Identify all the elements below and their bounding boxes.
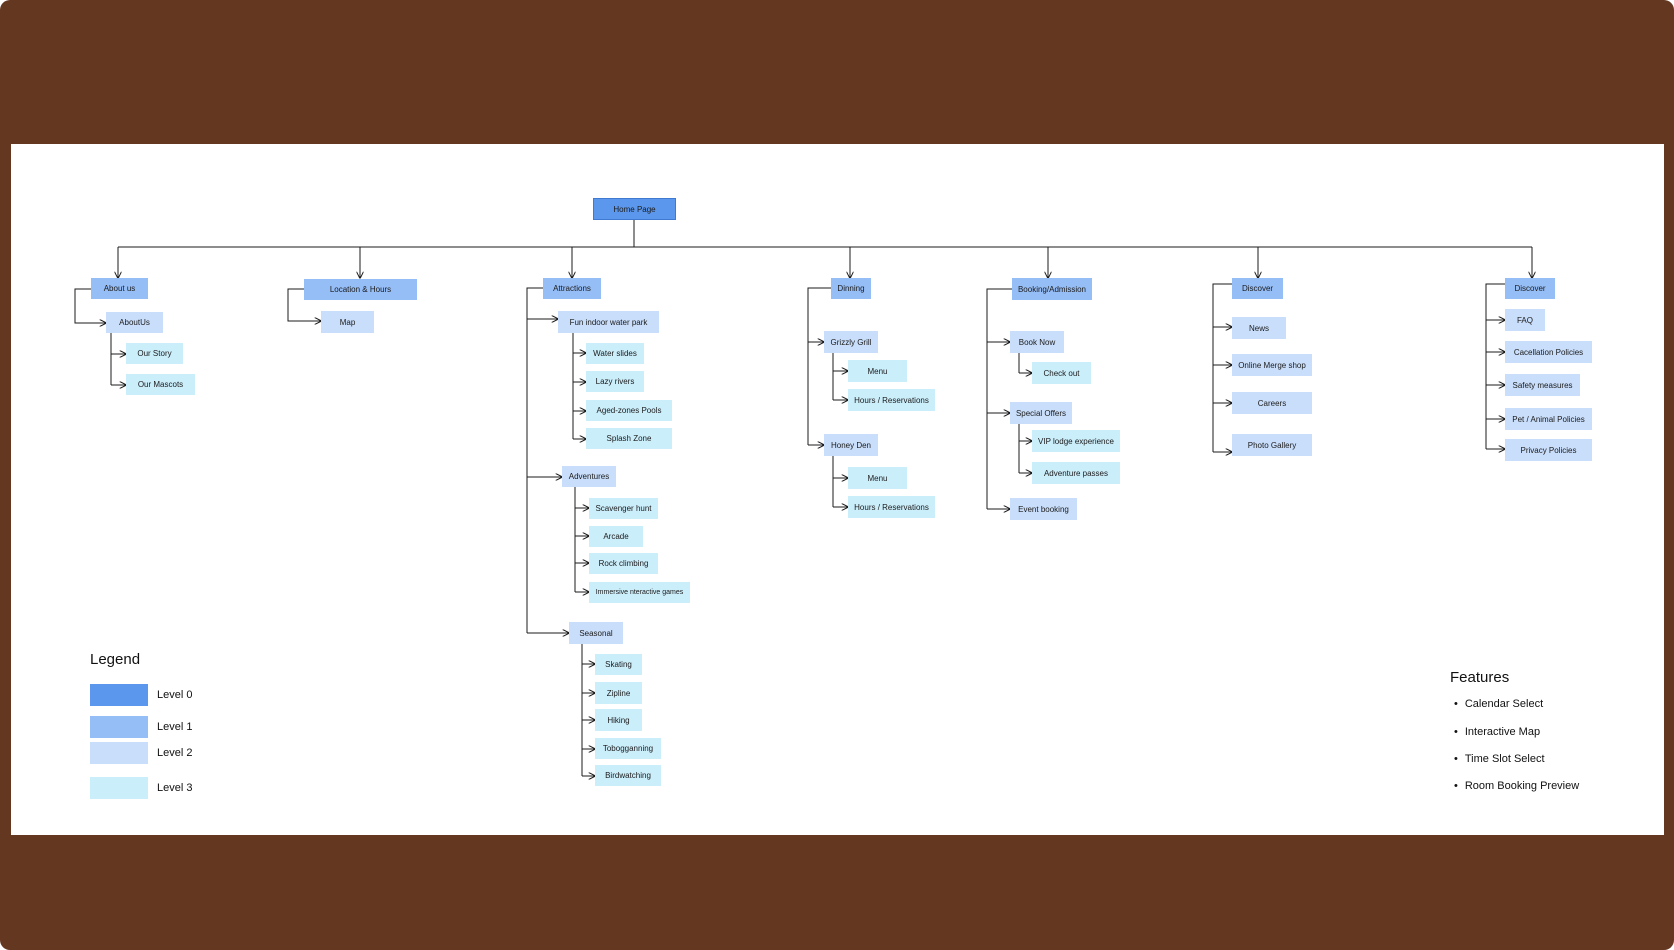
node-online-merge-shop[interactable]: Online Merge shop bbox=[1232, 354, 1312, 376]
node-check-out[interactable]: Check out bbox=[1032, 362, 1091, 384]
legend-label-level-2: Level 2 bbox=[157, 747, 193, 759]
node-discover-1[interactable]: Discover bbox=[1232, 278, 1283, 299]
diagram-canvas bbox=[11, 144, 1664, 835]
node-fun-indoor-water-park[interactable]: Fun indoor water park bbox=[558, 311, 659, 333]
node-honey-hours-reservations[interactable]: Hours / Reservations bbox=[848, 496, 935, 518]
node-honey-den[interactable]: Honey Den bbox=[824, 434, 878, 456]
node-water-slides[interactable]: Water slides bbox=[586, 343, 644, 364]
node-cancellation-policies[interactable]: Cacellation Policies bbox=[1505, 341, 1592, 363]
node-book-now[interactable]: Book Now bbox=[1010, 331, 1064, 353]
node-grizzly-grill[interactable]: Grizzly Grill bbox=[824, 331, 878, 353]
node-event-booking[interactable]: Event booking bbox=[1010, 498, 1077, 520]
node-booking-admission[interactable]: Booking/Admission bbox=[1012, 278, 1092, 300]
node-attractions[interactable]: Attractions bbox=[543, 278, 601, 299]
node-aged-zones-pools[interactable]: Aged-zones Pools bbox=[586, 400, 672, 421]
node-zipline[interactable]: Zipline bbox=[595, 682, 642, 704]
node-photo-gallery[interactable]: Photo Gallery bbox=[1232, 434, 1312, 456]
node-news[interactable]: News bbox=[1232, 317, 1286, 339]
node-seasonal[interactable]: Seasonal bbox=[569, 622, 623, 644]
legend-swatch-level-3 bbox=[90, 777, 148, 799]
node-adventures[interactable]: Adventures bbox=[562, 466, 616, 487]
node-honey-menu[interactable]: Menu bbox=[848, 467, 907, 489]
node-about-us[interactable]: About us bbox=[91, 278, 148, 299]
feature-item: Time Slot Select bbox=[1454, 753, 1545, 765]
node-pet-animal-policies[interactable]: Pet / Animal Policies bbox=[1505, 408, 1592, 430]
node-lazy-rivers[interactable]: Lazy rivers bbox=[586, 371, 644, 392]
node-careers[interactable]: Careers bbox=[1232, 392, 1312, 414]
node-dinning[interactable]: Dinning bbox=[831, 278, 871, 299]
node-immersive-interactive-games[interactable]: Immersive nteractive games bbox=[589, 582, 690, 603]
node-safety-measures[interactable]: Safety measures bbox=[1505, 374, 1580, 396]
node-map[interactable]: Map bbox=[321, 311, 374, 333]
legend-swatch-level-1 bbox=[90, 716, 148, 738]
node-skating[interactable]: Skating bbox=[595, 654, 642, 675]
legend-swatch-level-0 bbox=[90, 684, 148, 706]
node-our-mascots[interactable]: Our Mascots bbox=[126, 374, 195, 395]
node-arcade[interactable]: Arcade bbox=[589, 526, 643, 547]
node-tobogganning[interactable]: Tobogganning bbox=[595, 738, 661, 759]
node-special-offers[interactable]: Special Offers bbox=[1010, 402, 1072, 424]
node-hiking[interactable]: Hiking bbox=[595, 709, 642, 731]
node-aboutus[interactable]: AboutUs bbox=[106, 312, 163, 333]
feature-item: Interactive Map bbox=[1454, 726, 1540, 738]
node-home-page[interactable]: Home Page bbox=[593, 198, 676, 220]
node-scavenger-hunt[interactable]: Scavenger hunt bbox=[589, 498, 658, 519]
node-grizzly-hours-reservations[interactable]: Hours / Reservations bbox=[848, 389, 935, 411]
legend-title: Legend bbox=[90, 651, 141, 668]
node-birdwatching[interactable]: Birdwatching bbox=[595, 765, 661, 786]
node-our-story[interactable]: Our Story bbox=[126, 343, 183, 364]
node-vip-lodge-experience[interactable]: VIP lodge experience bbox=[1032, 430, 1120, 452]
legend-label-level-3: Level 3 bbox=[157, 782, 193, 794]
legend-label-level-1: Level 1 bbox=[157, 721, 193, 733]
node-privacy-policies[interactable]: Privacy Policies bbox=[1505, 439, 1592, 461]
feature-item: Calendar Select bbox=[1454, 698, 1543, 710]
node-grizzly-menu[interactable]: Menu bbox=[848, 360, 907, 382]
legend-label-level-0: Level 0 bbox=[157, 689, 193, 701]
node-splash-zone[interactable]: Splash Zone bbox=[586, 428, 672, 449]
features-title: Features bbox=[1450, 669, 1510, 686]
node-discover-2[interactable]: Discover bbox=[1505, 278, 1555, 299]
node-rock-climbing[interactable]: Rock climbing bbox=[589, 553, 658, 574]
node-location-hours[interactable]: Location & Hours bbox=[304, 279, 417, 300]
node-faq[interactable]: FAQ bbox=[1505, 309, 1545, 331]
legend-swatch-level-2 bbox=[90, 742, 148, 764]
node-adventure-passes[interactable]: Adventure passes bbox=[1032, 462, 1120, 484]
feature-item: Room Booking Preview bbox=[1454, 780, 1579, 792]
